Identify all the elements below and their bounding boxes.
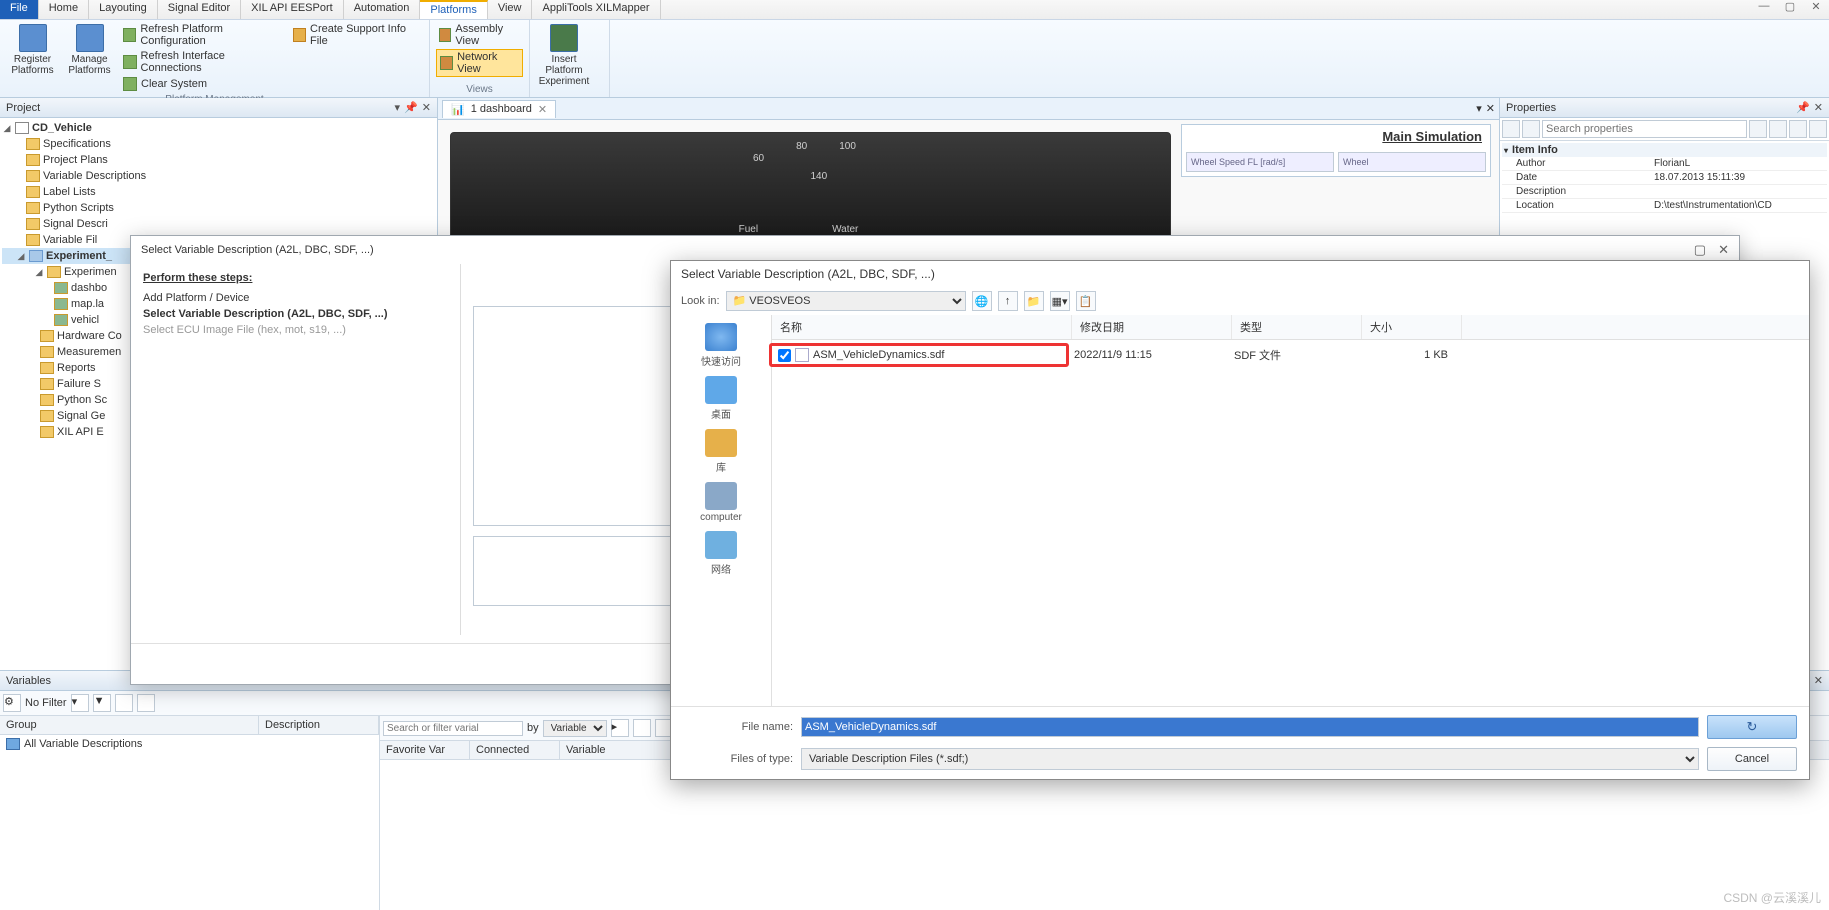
nav-newfolder-icon[interactable]: 📁 xyxy=(1024,291,1044,311)
wizard-maximize-icon[interactable]: ▢ xyxy=(1694,242,1706,258)
look-in-label: Look in: xyxy=(681,295,720,307)
place-quick-access[interactable]: 快速访问 xyxy=(701,323,741,368)
props-search-input[interactable] xyxy=(1542,120,1747,138)
file-row-checkbox[interactable] xyxy=(778,349,791,362)
props-close-icon[interactable]: ✕ xyxy=(1814,101,1823,114)
vars-close-icon[interactable]: ✕ xyxy=(1814,674,1823,687)
props-cat-icon[interactable] xyxy=(1502,120,1520,138)
doc-close-icon[interactable]: ✕ xyxy=(1486,102,1495,115)
project-panel-header: Project ▾📌✕ xyxy=(0,98,437,118)
props-tool2-icon[interactable] xyxy=(1769,120,1787,138)
file-open-dialog: Select Variable Description (A2L, DBC, S… xyxy=(670,260,1810,780)
close-icon[interactable]: ✕ xyxy=(1803,0,1829,19)
nav-up-icon[interactable]: ↑ xyxy=(998,291,1018,311)
tab-xil-api[interactable]: XIL API EESPort xyxy=(241,0,344,19)
place-network[interactable]: 网络 xyxy=(705,531,737,576)
props-tool3-icon[interactable] xyxy=(1789,120,1807,138)
wizard-step-3: Select ECU Image File (hex, mot, s19, ..… xyxy=(143,322,448,338)
file-name-label: File name: xyxy=(683,721,793,733)
panel-close-icon[interactable]: ✕ xyxy=(422,101,431,114)
vars-go-icon[interactable]: ▸ xyxy=(611,719,629,737)
pin-icon[interactable]: ▾ xyxy=(395,101,401,114)
vars-tool1-icon[interactable] xyxy=(115,694,133,712)
tab-platforms[interactable]: Platforms xyxy=(420,0,487,19)
manage-platforms-button[interactable]: Manage Platforms xyxy=(63,22,116,76)
main-simulation-card: Main Simulation Wheel Speed FL [rad/s]Wh… xyxy=(1181,124,1491,177)
wizard-step-2[interactable]: Select Variable Description (A2L, DBC, S… xyxy=(143,306,448,322)
tab-automation[interactable]: Automation xyxy=(344,0,421,19)
nav-view-icon[interactable]: ▦▾ xyxy=(1050,291,1070,311)
assembly-view-button[interactable]: Assembly View xyxy=(436,22,523,48)
file-cancel-button[interactable]: Cancel xyxy=(1707,747,1797,771)
vars-group-row[interactable]: All Variable Descriptions xyxy=(0,735,379,753)
props-tool4-icon[interactable] xyxy=(1809,120,1827,138)
vars-t1-icon[interactable] xyxy=(633,719,651,737)
panel-menu-icon[interactable]: 📌 xyxy=(404,101,418,114)
place-libraries[interactable]: 库 xyxy=(705,429,737,474)
vars-no-filter-label: No Filter xyxy=(25,697,67,709)
props-tool1-icon[interactable] xyxy=(1749,120,1767,138)
vars-tool2-icon[interactable] xyxy=(137,694,155,712)
place-desktop[interactable]: 桌面 xyxy=(705,376,737,421)
ribbon-group-views: Views xyxy=(436,82,523,97)
wizard-close-icon[interactable]: ✕ xyxy=(1718,242,1729,258)
tab-layouting[interactable]: Layouting xyxy=(89,0,158,19)
vars-by-select[interactable]: Variable xyxy=(543,720,607,737)
file-name-input[interactable] xyxy=(801,717,1699,737)
look-in-select[interactable]: 📁 VEOSVEOS xyxy=(726,291,966,311)
tab-file[interactable]: File xyxy=(0,0,39,19)
file-row-selected[interactable]: ASM_VehicleDynamics.sdf 2022/11/9 11:15 … xyxy=(772,340,1809,370)
tab-view[interactable]: View xyxy=(488,0,533,19)
files-type-select[interactable]: Variable Description Files (*.sdf;) xyxy=(801,748,1699,770)
vars-filter1-icon[interactable]: ⚙ xyxy=(3,694,21,712)
wizard-title: Select Variable Description (A2L, DBC, S… xyxy=(141,244,374,256)
props-az-icon[interactable] xyxy=(1522,120,1540,138)
wizard-steps-title: Perform these steps: xyxy=(143,272,448,284)
clear-system-button[interactable]: Clear System xyxy=(120,76,286,92)
vars-filter-dropdown-icon[interactable]: ▾ xyxy=(71,694,89,712)
file-icon xyxy=(795,348,809,362)
place-computer[interactable]: computer xyxy=(700,482,742,523)
minimize-icon[interactable]: — xyxy=(1751,0,1777,19)
nav-tool-icon[interactable]: 📋 xyxy=(1076,291,1096,311)
insert-platform-experiment-button[interactable]: Insert Platform Experiment xyxy=(536,22,592,87)
watermark: CSDN @云溪溪儿 xyxy=(1723,889,1821,906)
tab-applitools[interactable]: AppliTools XILMapper xyxy=(532,0,660,19)
props-pin-icon[interactable]: 📌 xyxy=(1796,101,1810,114)
close-tab-icon[interactable]: ✕ xyxy=(538,103,547,116)
file-list[interactable]: 名称 修改日期 类型 大小 ASM_VehicleDynamics.sdf 20… xyxy=(771,315,1809,706)
ribbon: Register Platforms Manage Platforms Refr… xyxy=(0,20,1829,98)
doc-tab-dashboard[interactable]: 📊 1 dashboard✕ xyxy=(442,100,556,118)
refresh-interface-button[interactable]: Refresh Interface Connections xyxy=(120,49,286,75)
nav-back-icon[interactable]: 🌐 xyxy=(972,291,992,311)
main-menu-tabs: File Home Layouting Signal Editor XIL AP… xyxy=(0,0,1829,20)
doc-dropdown-icon[interactable]: ▾ xyxy=(1476,102,1482,115)
wizard-step-1[interactable]: Add Platform / Device xyxy=(143,290,448,306)
refresh-platform-config-button[interactable]: Refresh Platform Configuration xyxy=(120,22,286,48)
tab-home[interactable]: Home xyxy=(39,0,89,19)
gauge-cluster: Fuel Water 60 80 100 140 xyxy=(450,132,1171,242)
vars-search-input[interactable] xyxy=(383,721,523,736)
window-controls: — ▢ ✕ xyxy=(1751,0,1829,19)
file-open-button[interactable] xyxy=(1707,715,1797,739)
tab-signal-editor[interactable]: Signal Editor xyxy=(158,0,241,19)
network-view-button[interactable]: Network View xyxy=(436,49,523,77)
vars-funnel-icon[interactable]: ▼ xyxy=(93,694,111,712)
properties-panel-header: Properties📌✕ xyxy=(1500,98,1829,118)
files-type-label: Files of type: xyxy=(683,753,793,765)
maximize-icon[interactable]: ▢ xyxy=(1777,0,1803,19)
register-platforms-button[interactable]: Register Platforms xyxy=(6,22,59,76)
create-support-info-button[interactable]: Create Support Info File xyxy=(290,22,423,48)
props-category[interactable]: ▾Item Info xyxy=(1502,143,1827,157)
file-dialog-title: Select Variable Description (A2L, DBC, S… xyxy=(671,261,1809,287)
